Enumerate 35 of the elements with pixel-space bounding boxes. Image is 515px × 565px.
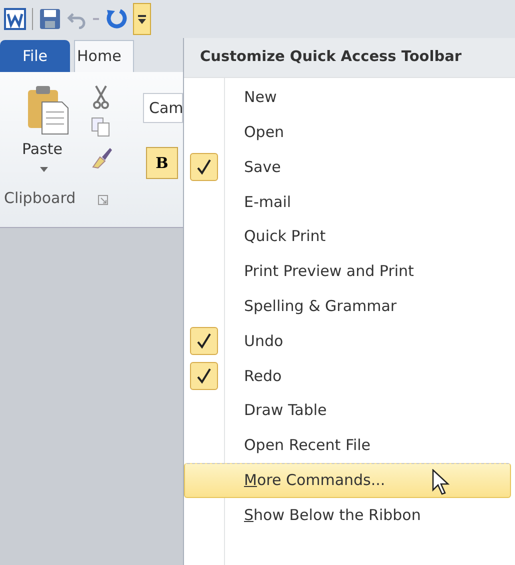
menu-title: Customize Quick Access Toolbar xyxy=(184,38,515,78)
scissors-icon[interactable] xyxy=(93,84,109,110)
customize-toolbar-button[interactable] xyxy=(133,3,151,35)
copy-icon[interactable] xyxy=(91,117,111,137)
paste-label[interactable]: Paste xyxy=(22,138,62,160)
checkmark-icon xyxy=(197,368,211,384)
menu-item[interactable]: More Commands... xyxy=(184,462,511,498)
menu-item[interactable]: Save xyxy=(184,150,511,184)
font-name-field[interactable]: Cam xyxy=(143,93,183,123)
menu-item[interactable]: Draw Table xyxy=(184,393,511,428)
dropdown-arrow-icon[interactable] xyxy=(137,13,147,25)
menu-item[interactable]: Print Preview and Print xyxy=(184,254,511,289)
menu-item[interactable]: Redo xyxy=(184,358,511,394)
menu-item[interactable]: New xyxy=(184,80,511,115)
menu-item[interactable]: Open xyxy=(184,114,511,150)
checkmark-icon xyxy=(197,332,211,349)
dialog-launcher-icon[interactable] xyxy=(98,195,108,205)
menu-item[interactable]: Undo xyxy=(184,324,511,358)
paste-icon[interactable] xyxy=(26,84,70,136)
format-painter-icon[interactable] xyxy=(90,145,112,169)
group-label: Clipboard xyxy=(4,188,76,209)
bold-button[interactable]: B xyxy=(146,147,178,179)
checkmark-icon xyxy=(197,158,211,175)
file-tab[interactable]: File xyxy=(0,40,70,72)
save-icon[interactable] xyxy=(39,8,61,30)
ribbon-tab[interactable]: Home xyxy=(74,40,134,72)
menu-item[interactable]: E-mail xyxy=(184,184,511,220)
word-logo-icon xyxy=(4,8,26,30)
menu-item[interactable]: Open Recent File xyxy=(184,428,511,463)
menu-item[interactable]: Quick Print xyxy=(184,219,511,254)
redo-icon[interactable] xyxy=(105,8,127,30)
dropdown-arrow-icon[interactable] xyxy=(40,167,48,172)
menu-item[interactable]: Spelling & Grammar xyxy=(184,288,511,324)
mouse-cursor-icon xyxy=(432,468,450,495)
menu-item[interactable]: Show Below the Ribbon xyxy=(184,498,511,532)
